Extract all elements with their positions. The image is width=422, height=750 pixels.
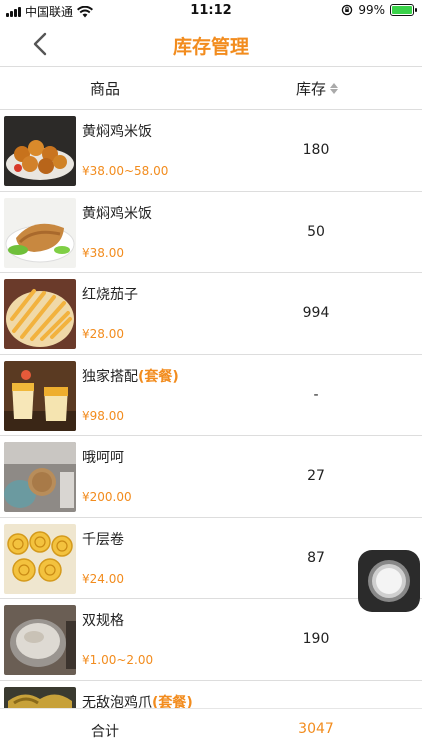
product-stock: 27 — [307, 468, 325, 484]
product-price: ¥200.00 — [82, 490, 132, 504]
product-stock: 190 — [302, 631, 330, 647]
table-row[interactable]: 双规格 ¥1.00~2.00 190 — [0, 599, 422, 681]
product-name: 黄焖鸡米饭 — [82, 124, 152, 140]
product-image — [4, 360, 76, 431]
table-row[interactable]: 无敌泡鸡爪(套餐) — [0, 681, 422, 709]
status-bar: 中国联通 11:12 99% — [0, 0, 422, 22]
table-header: 商品 库存 — [0, 66, 422, 110]
product-stock: - — [313, 386, 319, 403]
product-name: 黄焖鸡米饭 — [82, 205, 152, 222]
product-image — [4, 197, 76, 268]
product-name: 千层卷 — [82, 531, 124, 548]
column-header-stock[interactable]: 库存 — [296, 78, 339, 99]
product-image — [4, 605, 76, 675]
product-price: ¥38.00 — [82, 245, 124, 260]
product-stock: 180 — [302, 142, 330, 158]
sort-icon[interactable] — [330, 83, 339, 94]
product-price: ¥28.00 — [82, 327, 124, 341]
product-name: 哦呵呵 — [82, 450, 124, 466]
product-name: 独家搭配(套餐) — [82, 368, 179, 385]
assistive-touch-icon — [376, 568, 402, 594]
table-row[interactable]: 哦呵呵 ¥200.00 27 — [0, 436, 422, 518]
product-price: ¥1.00~2.00 — [82, 653, 154, 667]
product-image — [4, 116, 76, 186]
product-price: ¥38.00~58.00 — [82, 164, 169, 178]
product-image — [4, 279, 76, 349]
product-image — [4, 523, 76, 594]
battery-percent: 99% — [358, 3, 385, 17]
nav-bar: 库存管理 — [0, 22, 422, 66]
product-stock: 87 — [307, 549, 325, 566]
total-label: 合计 — [91, 724, 119, 740]
table-row[interactable]: 黄焖鸡米饭 ¥38.00~58.00 180 — [0, 110, 422, 192]
product-image — [4, 686, 76, 708]
product-stock: 50 — [307, 223, 325, 240]
table-row[interactable]: 独家搭配(套餐) ¥98.00 - — [0, 355, 422, 436]
total-value: 3047 — [298, 721, 334, 737]
status-right: 99% — [341, 3, 417, 17]
assistive-touch-button[interactable] — [358, 550, 420, 612]
product-image — [4, 442, 76, 512]
column-header-stock-label: 库存 — [296, 80, 327, 98]
column-header-product: 商品 — [89, 80, 120, 98]
product-list: 黄焖鸡米饭 ¥38.00~58.00 180 黄焖鸡米饭 ¥38.00 50 红… — [0, 110, 422, 708]
product-price: ¥24.00 — [82, 571, 124, 586]
battery-icon — [390, 4, 417, 16]
product-name: 无敌泡鸡爪(套餐) — [82, 694, 193, 709]
product-name: 双规格 — [82, 613, 124, 629]
product-price: ¥98.00 — [82, 408, 124, 423]
orientation-lock-icon — [342, 4, 353, 16]
total-bar: 合计 3047 — [0, 708, 422, 750]
battery-level — [392, 6, 412, 14]
page-title: 库存管理 — [172, 36, 249, 58]
product-name: 红烧茄子 — [82, 287, 138, 303]
table-row[interactable]: 黄焖鸡米饭 ¥38.00 50 — [0, 192, 422, 273]
table-row[interactable]: 红烧茄子 ¥28.00 994 — [0, 273, 422, 355]
product-stock: 994 — [302, 305, 330, 321]
